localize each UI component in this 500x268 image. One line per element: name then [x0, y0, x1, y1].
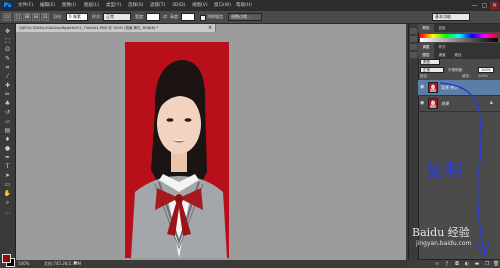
crop-tool-icon[interactable]: ⌗ — [3, 64, 12, 71]
feather-label: 羽化: — [53, 14, 63, 19]
pen-tool-icon[interactable]: ✒ — [3, 154, 12, 161]
menu-help[interactable]: 帮助(H) — [236, 2, 252, 9]
gradient-tool-icon[interactable]: ▤ — [3, 127, 12, 134]
menu-filter[interactable]: 滤镜(T) — [150, 2, 165, 9]
menu-image[interactable]: 图像(I) — [62, 2, 76, 9]
clone-stamp-tool-icon[interactable]: ♣ — [3, 100, 12, 107]
menu-view[interactable]: 视图(V) — [192, 2, 208, 9]
type-tool-icon[interactable]: T — [3, 163, 12, 170]
properties-panel-icon[interactable] — [410, 44, 417, 50]
feather-input[interactable]: 0 像素 — [66, 13, 88, 21]
menu-edit[interactable]: 编辑(E) — [40, 2, 55, 9]
maximize-button[interactable]: ▢ — [480, 1, 489, 10]
status-arrow-icon[interactable]: ▶ — [74, 260, 78, 267]
width-label: 宽度: — [135, 14, 145, 19]
path-select-tool-icon[interactable]: ➤ — [3, 172, 12, 179]
opacity-label: 不透明度: — [448, 68, 464, 72]
style-select[interactable]: 正常 — [103, 13, 131, 21]
tab-swatches[interactable]: 色板 — [434, 24, 450, 32]
zoom-level[interactable]: 100% — [18, 260, 29, 267]
hand-tool-icon[interactable]: ✋ — [3, 190, 12, 197]
menu-window[interactable]: 窗口(W) — [214, 2, 231, 9]
zoom-tool-icon[interactable]: ⌕ — [3, 199, 12, 206]
close-tab-icon[interactable]: × — [208, 25, 214, 31]
menu-3d[interactable]: 3D(D) — [172, 2, 185, 9]
dodge-tool-icon[interactable]: ● — [3, 145, 12, 152]
minimize-button[interactable]: — — [470, 1, 479, 10]
blur-tool-icon[interactable]: ♦ — [3, 136, 12, 143]
style-label: 样式: — [92, 14, 102, 19]
refine-edge-button[interactable]: 调整边缘... — [228, 13, 262, 21]
quick-select-tool-icon[interactable]: ✎ — [3, 55, 12, 62]
more-tools-icon[interactable]: ⋯ — [3, 210, 12, 217]
tab-color[interactable]: 颜色 — [418, 24, 434, 32]
anti-alias-label: 消除锯齿 — [207, 14, 223, 19]
layer-filter-select[interactable]: 类型 — [420, 59, 440, 65]
healing-tool-icon[interactable]: ✚ — [3, 82, 12, 89]
baidu-watermark-logo: Baidu 经验 — [412, 226, 470, 239]
handwritten-copy-text: 复制 — [426, 161, 464, 181]
baidu-watermark-url: jingyan.baidu.com — [416, 240, 472, 247]
close-button[interactable]: ✕ — [490, 1, 499, 10]
intersect-selection-icon[interactable]: ⊡ — [41, 13, 49, 21]
new-selection-icon[interactable]: □ — [14, 13, 22, 21]
tab-styles[interactable]: 样式 — [434, 43, 450, 51]
menu-type[interactable]: 类型(Y) — [106, 2, 121, 9]
subtract-selection-icon[interactable]: ⊟ — [32, 13, 40, 21]
brush-tool-icon[interactable]: ✏ — [3, 91, 12, 98]
eraser-tool-icon[interactable]: ▱ — [3, 118, 12, 125]
foreground-color-swatch-front[interactable] — [2, 254, 11, 263]
status-bar: 100% 文档:745.2K/1.48M ▶ — [16, 260, 406, 267]
grayscale-ramp[interactable] — [420, 38, 498, 42]
color-panel-tabs: 颜色 色板 — [418, 24, 500, 32]
workspace-select[interactable]: 基本功能 — [432, 13, 470, 21]
opacity-input[interactable]: 100% — [478, 67, 494, 73]
photoshop-logo: Ps — [2, 1, 13, 10]
tab-adjustments[interactable]: 调整 — [418, 43, 434, 51]
canvas-photo[interactable] — [125, 42, 229, 258]
width-input[interactable] — [146, 13, 160, 21]
document-tab[interactable]: QjtFOU-S308ry10AA4Ayl6gzbHk291_700x0x1.P… — [16, 24, 216, 32]
swap-icon[interactable]: ⇄ — [163, 14, 167, 20]
portrait-image — [125, 42, 229, 258]
menu-select[interactable]: 选择(S) — [128, 2, 143, 9]
height-input[interactable] — [181, 13, 195, 21]
height-label: 高度: — [170, 14, 180, 19]
marquee-tool-icon[interactable]: ⬚ — [3, 37, 12, 44]
tools-panel: ✥ ⬚ ʘ ✎ ⌗ ⁄ ✚ ✏ ♣ ↺ ▱ ▤ ♦ ● ✒ T ➤ ▭ ✋ ⌕ … — [0, 24, 16, 267]
add-selection-icon[interactable]: ⊞ — [23, 13, 31, 21]
shape-tool-icon[interactable]: ▭ — [3, 181, 12, 188]
options-bar: ▭ □ ⊞ ⊟ ⊡ 羽化: 0 像素 样式: 正常 宽度: ⇄ 高度: 消除锯齿… — [0, 11, 500, 24]
actions-panel-icon[interactable] — [410, 36, 417, 42]
lasso-tool-icon[interactable]: ʘ — [3, 46, 12, 53]
info-panel-icon[interactable] — [410, 52, 417, 58]
menu-file[interactable]: 文件(F) — [18, 2, 33, 9]
blend-mode-select[interactable]: 正常 — [420, 67, 444, 73]
menu-layer[interactable]: 图层(L) — [84, 2, 99, 9]
marquee-tool-icon[interactable]: ▭ — [3, 13, 11, 21]
move-tool-icon[interactable]: ✥ — [3, 28, 12, 35]
eyedropper-tool-icon[interactable]: ⁄ — [3, 73, 12, 80]
anti-alias-checkbox[interactable] — [200, 15, 206, 21]
history-panel-icon[interactable] — [410, 28, 417, 34]
adjustments-panel-tabs: 调整 样式 — [418, 43, 500, 51]
history-brush-tool-icon[interactable]: ↺ — [3, 109, 12, 116]
